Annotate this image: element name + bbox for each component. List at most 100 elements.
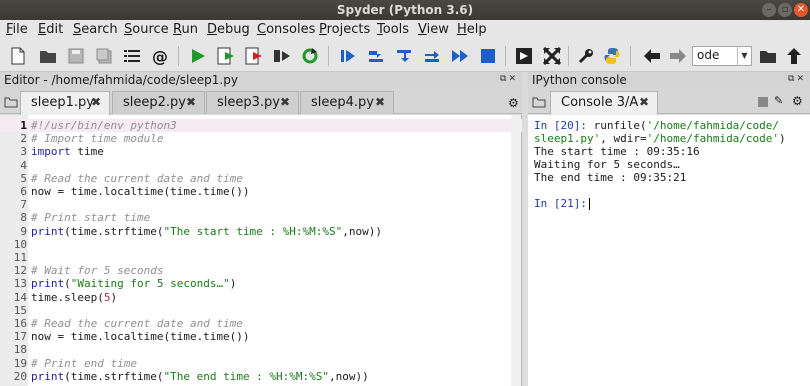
- code-line[interactable]: 5 # Read the current date and time: [0, 172, 522, 185]
- run-cell-icon[interactable]: [216, 46, 236, 66]
- gear-icon[interactable]: ⚙: [508, 96, 519, 110]
- run-selection-icon[interactable]: [272, 46, 292, 66]
- code-editor[interactable]: 1 #!/usr/bin/env python3 2 # Import time mo…: [0, 115, 522, 386]
- browse-tabs-icon[interactable]: [4, 96, 18, 111]
- tab-label: sleep2.py: [123, 95, 186, 110]
- code-line[interactable]: 8 # Print start time: [0, 211, 522, 224]
- code-token: #!/usr/bin/env python3: [31, 119, 177, 132]
- code-line[interactable]: 4: [0, 159, 522, 172]
- menu-source[interactable]: Source: [124, 22, 169, 37]
- close-tab-icon[interactable]: ✖: [91, 95, 101, 109]
- chevron-down-icon[interactable]: ▼: [737, 47, 751, 65]
- code-line[interactable]: 1 #!/usr/bin/env python3: [0, 119, 522, 133]
- code-text: time.sleep(5): [31, 291, 117, 304]
- console-undock-close-icon[interactable]: ⧉✕: [788, 74, 806, 84]
- code-line[interactable]: 18: [0, 343, 522, 356]
- menu-debug[interactable]: Debug: [207, 22, 250, 37]
- clear-console-icon[interactable]: ✎: [774, 94, 783, 107]
- tab-sleep1[interactable]: sleep1.py ✖: [20, 91, 110, 115]
- ipython-console[interactable]: In [20]: runfile('/home/fahmida/code/ sl…: [528, 115, 810, 386]
- close-icon[interactable]: ✕: [794, 3, 808, 17]
- code-line[interactable]: 10: [0, 238, 522, 251]
- step-icon[interactable]: [366, 46, 386, 66]
- code-line[interactable]: 3 import time: [0, 145, 522, 158]
- outline-list-icon[interactable]: [122, 46, 142, 66]
- code-line[interactable]: 6 now = time.localtime(time.time()): [0, 185, 522, 198]
- forward-arrow-icon[interactable]: [668, 46, 688, 66]
- tab-sleep2[interactable]: sleep2.py ✖: [112, 91, 205, 114]
- maximize-icon[interactable]: ▫: [778, 3, 792, 17]
- working-directory-value: ode: [697, 48, 720, 62]
- line-number: 20: [13, 369, 27, 383]
- parent-directory-icon[interactable]: [784, 46, 804, 66]
- code-line[interactable]: 17 now = time.localtime(time.time()): [0, 330, 522, 343]
- tab-console[interactable]: Console 3/A ✖: [550, 91, 658, 115]
- menu-projects[interactable]: Projects: [319, 22, 370, 37]
- fullscreen-icon[interactable]: [542, 46, 562, 66]
- console-input-line: In [20]: runfile('/home/fahmida/code/: [534, 119, 779, 132]
- at-symbol-icon[interactable]: @: [150, 46, 170, 66]
- code-line[interactable]: 14 time.sleep(5): [0, 291, 522, 304]
- code-token: time.sleep(: [31, 290, 104, 304]
- browse-folder-icon[interactable]: [758, 46, 778, 66]
- code-line[interactable]: 2 # Import time module: [0, 132, 522, 145]
- code-line[interactable]: 13 print("Waiting for 5 seconds…"): [0, 277, 522, 290]
- menu-search[interactable]: Search: [73, 22, 118, 37]
- editor-scrollbar[interactable]: [511, 115, 521, 386]
- code-text: now = time.localtime(time.time()): [31, 185, 250, 198]
- code-line[interactable]: 9 print(time.strftime("The start time : %…: [0, 225, 522, 238]
- code-line[interactable]: 19 # Print end time: [0, 357, 522, 370]
- console-command: ): [779, 132, 786, 145]
- menu-help[interactable]: Help: [457, 22, 487, 37]
- tab-sleep3[interactable]: sleep3.py ✖: [206, 91, 299, 114]
- line-number: 18: [13, 343, 27, 357]
- undock-close-icon[interactable]: ⧉✕: [500, 74, 518, 84]
- code-token: ,now)): [342, 224, 383, 238]
- save-icon[interactable]: [66, 46, 86, 66]
- close-tab-icon[interactable]: ✖: [639, 95, 649, 109]
- run-icon[interactable]: [188, 46, 208, 66]
- code-line[interactable]: 12 # Wait for 5 seconds: [0, 264, 522, 277]
- run-cell-advance-icon[interactable]: [244, 46, 264, 66]
- code-line[interactable]: 16 # Read the current date and time: [0, 317, 522, 330]
- wrench-icon[interactable]: [576, 46, 596, 66]
- code-text: now = time.localtime(time.time()): [31, 330, 250, 343]
- continue-icon[interactable]: [450, 46, 470, 66]
- console-gear-icon[interactable]: ⚙: [792, 94, 803, 108]
- back-arrow-icon[interactable]: [642, 46, 662, 66]
- save-all-icon[interactable]: [94, 46, 114, 66]
- menu-file[interactable]: File: [6, 22, 28, 37]
- step-into-icon[interactable]: [394, 46, 414, 66]
- close-tab-icon[interactable]: ✖: [280, 95, 290, 109]
- menu-view[interactable]: View: [418, 22, 449, 37]
- rerun-icon[interactable]: [300, 46, 320, 66]
- open-folder-icon[interactable]: [38, 46, 58, 66]
- console-current-prompt[interactable]: In [21]:: [534, 197, 590, 210]
- window-title: Spyder (Python 3.6): [336, 3, 474, 17]
- working-directory-combo[interactable]: ode ▼: [692, 46, 752, 66]
- menu-tools[interactable]: Tools: [377, 22, 409, 37]
- menu-consoles[interactable]: Consoles: [257, 22, 315, 37]
- code-token: # Import time module: [31, 132, 164, 146]
- line-number: 10: [13, 237, 27, 251]
- stop-kernel-icon[interactable]: [758, 97, 768, 107]
- step-return-icon[interactable]: [422, 46, 442, 66]
- python-path-icon[interactable]: [602, 46, 622, 66]
- line-number: 7: [20, 198, 27, 212]
- code-line[interactable]: 7: [0, 198, 522, 211]
- close-tab-icon[interactable]: ✖: [186, 95, 196, 109]
- menu-run[interactable]: Run: [173, 22, 198, 37]
- menu-edit[interactable]: Edit: [38, 22, 63, 37]
- code-line[interactable]: 15: [0, 304, 522, 317]
- minimize-icon[interactable]: –: [762, 3, 776, 17]
- close-tab-icon[interactable]: ✖: [375, 95, 385, 109]
- debug-icon[interactable]: [338, 46, 358, 66]
- tab-sleep4[interactable]: sleep4.py ✖: [300, 91, 394, 114]
- new-file-icon[interactable]: [8, 46, 28, 66]
- browse-consoles-icon[interactable]: [532, 96, 546, 111]
- maximize-pane-icon[interactable]: [514, 46, 534, 66]
- code-line[interactable]: 11: [0, 251, 522, 264]
- console-command: , wdir=: [600, 132, 647, 145]
- code-line[interactable]: 20 print(time.strftime("The end time : %H…: [0, 370, 522, 383]
- stop-icon[interactable]: [478, 46, 498, 66]
